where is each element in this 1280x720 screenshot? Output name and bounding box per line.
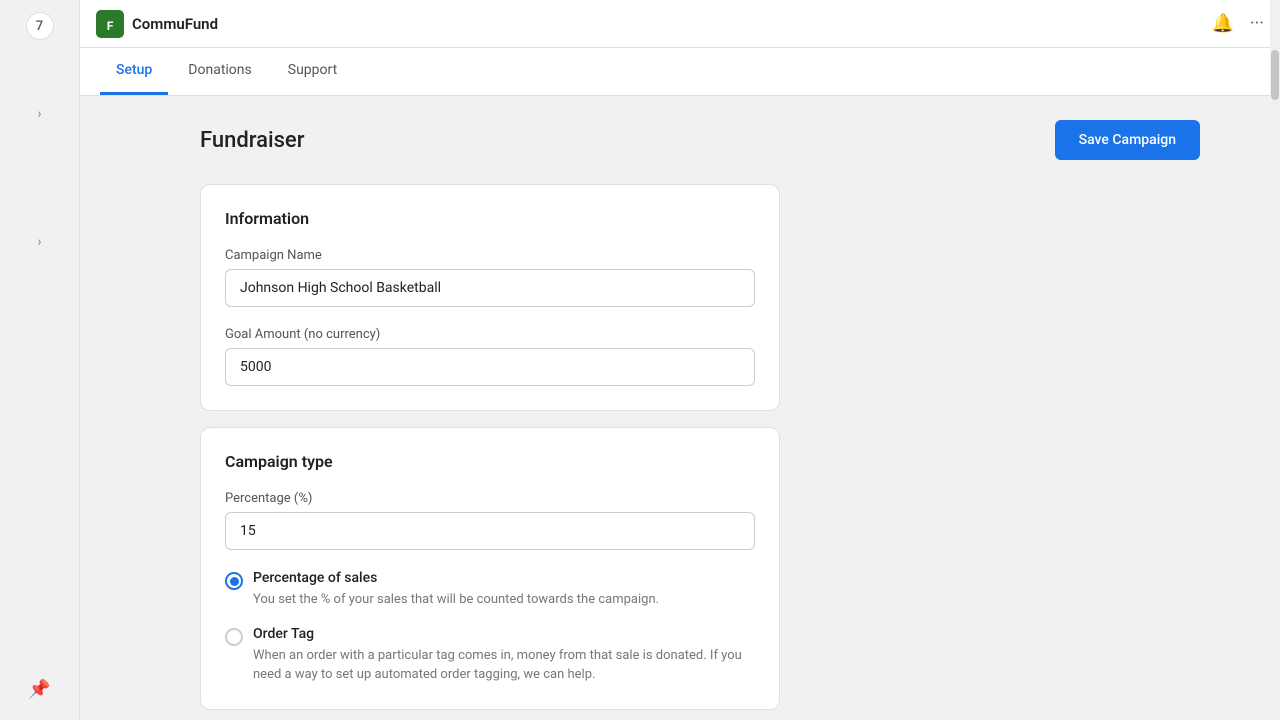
- save-campaign-button[interactable]: Save Campaign: [1055, 120, 1200, 160]
- campaign-type-card: Campaign type Percentage (%) Percentage …: [200, 427, 780, 710]
- campaign-name-group: Campaign Name: [225, 248, 755, 307]
- page-title: Fundraiser: [200, 128, 305, 153]
- page-header: Fundraiser Save Campaign: [200, 120, 1200, 160]
- notification-icon[interactable]: 🔔: [1211, 13, 1233, 34]
- radio-percentage-label: Percentage of sales: [253, 570, 659, 586]
- top-bar-actions: 🔔 ···: [1211, 13, 1264, 34]
- radio-order-tag-label: Order Tag: [253, 626, 755, 642]
- sidebar-expand-top[interactable]: ›: [31, 100, 47, 128]
- radio-order-tag-desc: When an order with a particular tag come…: [253, 646, 755, 685]
- goal-amount-group: Goal Amount (no currency): [225, 327, 755, 386]
- radio-order-tag-btn[interactable]: [225, 628, 243, 646]
- campaign-name-label: Campaign Name: [225, 248, 755, 263]
- tab-donations[interactable]: Donations: [172, 48, 267, 95]
- goal-amount-label: Goal Amount (no currency): [225, 327, 755, 342]
- svg-text:F: F: [107, 19, 114, 33]
- radio-option-percentage[interactable]: Percentage of sales You set the % of you…: [225, 570, 755, 610]
- tab-support[interactable]: Support: [272, 48, 353, 95]
- information-card: Information Campaign Name Goal Amount (n…: [200, 184, 780, 411]
- logo-icon: F: [96, 10, 124, 38]
- radio-percentage-content: Percentage of sales You set the % of you…: [253, 570, 659, 610]
- tab-setup[interactable]: Setup: [100, 48, 168, 95]
- scrollbar-track[interactable]: [1270, 0, 1280, 720]
- pin-icon[interactable]: 📌: [28, 679, 50, 700]
- information-card-title: Information: [225, 209, 755, 228]
- page-content: Fundraiser Save Campaign Information Cam…: [80, 96, 1280, 720]
- sidebar-expand-bottom[interactable]: ›: [31, 228, 47, 256]
- percentage-label: Percentage (%): [225, 491, 755, 506]
- goal-amount-input[interactable]: [225, 348, 755, 386]
- campaign-name-input[interactable]: [225, 269, 755, 307]
- scrollbar-thumb[interactable]: [1271, 50, 1279, 100]
- more-options-icon[interactable]: ···: [1250, 13, 1264, 34]
- radio-order-tag-content: Order Tag When an order with a particula…: [253, 626, 755, 685]
- radio-percentage-desc: You set the % of your sales that will be…: [253, 590, 659, 610]
- campaign-type-title: Campaign type: [225, 452, 755, 471]
- percentage-group: Percentage (%): [225, 491, 755, 550]
- radio-percentage-btn[interactable]: [225, 572, 243, 590]
- percentage-input[interactable]: [225, 512, 755, 550]
- top-bar: F CommuFund 🔔 ···: [80, 0, 1280, 48]
- logo-area: F CommuFund: [96, 10, 218, 38]
- sidebar-badge: 7: [26, 12, 54, 40]
- radio-option-order-tag[interactable]: Order Tag When an order with a particula…: [225, 626, 755, 685]
- logo-text: CommuFund: [132, 15, 218, 33]
- nav-tabs: Setup Donations Support: [80, 48, 1280, 96]
